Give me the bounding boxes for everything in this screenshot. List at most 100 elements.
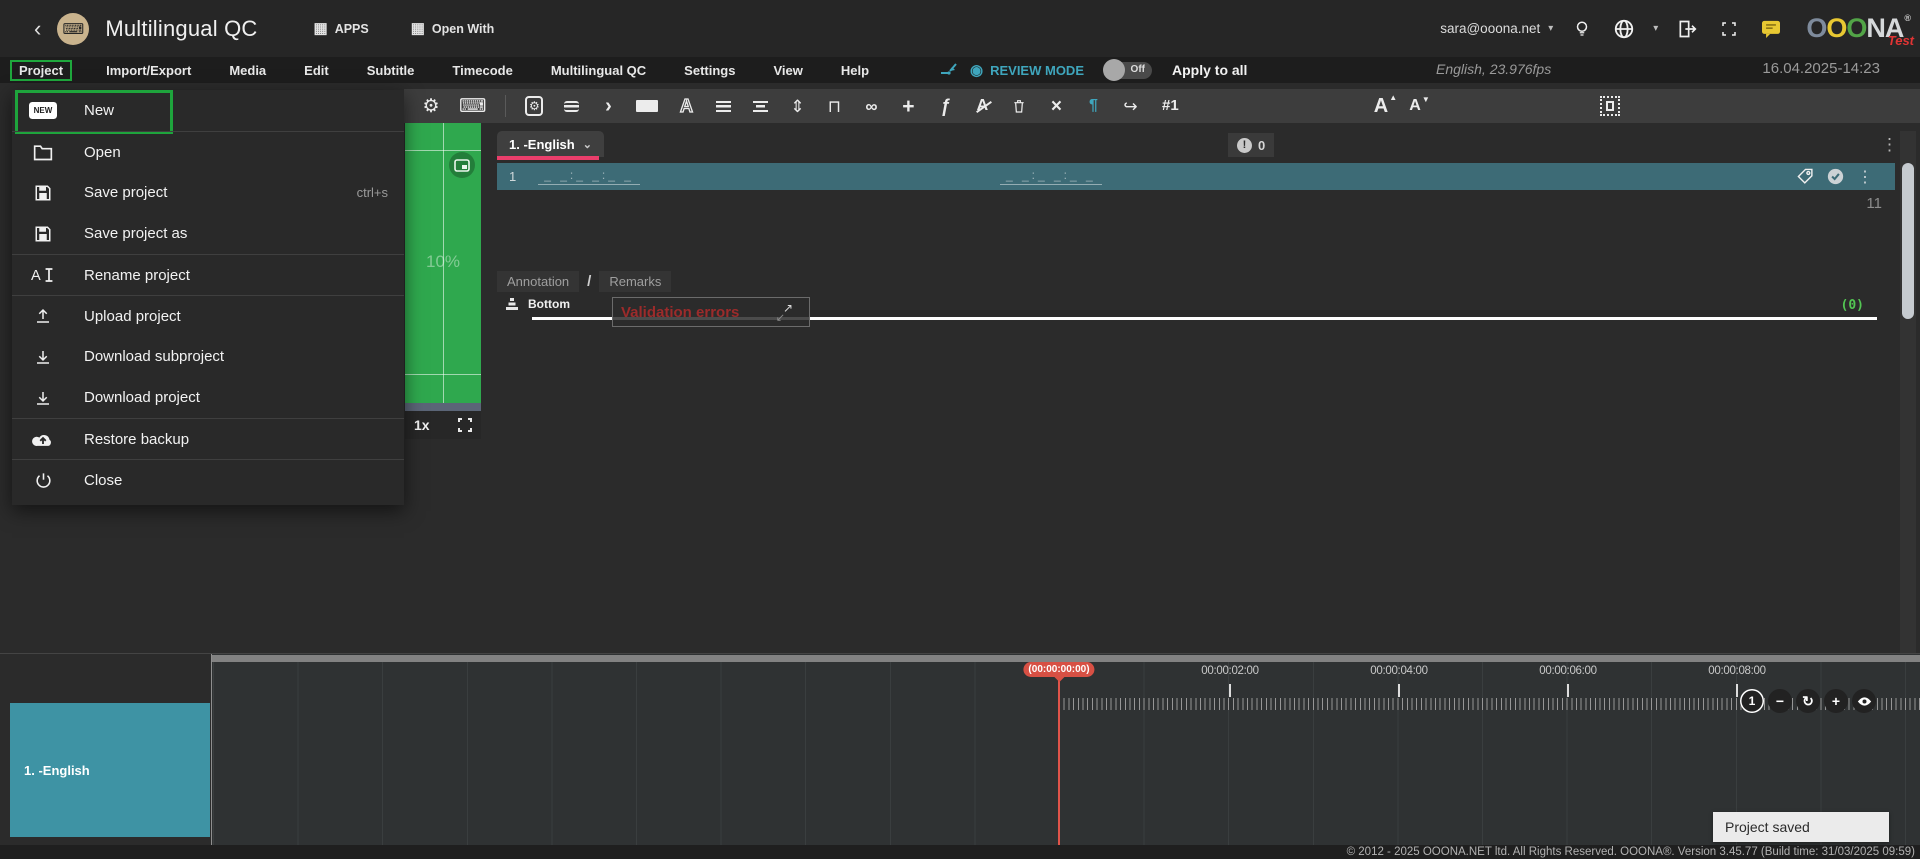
timeline-body[interactable]: 00:00:02:0000:00:04:0000:00:06:0000:00:0…	[211, 654, 1920, 846]
keyboard-icon[interactable]: ⌨	[459, 97, 486, 116]
back-icon[interactable]: ‹	[24, 16, 51, 42]
track-tab[interactable]: 1. -English ⌄	[497, 131, 604, 157]
menubar-item-edit[interactable]: Edit	[300, 61, 333, 80]
trash-icon[interactable]	[1010, 97, 1028, 115]
tab-annotation[interactable]: Annotation	[497, 271, 579, 292]
delete-x-icon[interactable]: ×	[1047, 97, 1065, 116]
editor-scrollbar-thumb[interactable]	[1902, 163, 1914, 319]
zoom-out-button[interactable]: −	[1768, 689, 1792, 713]
align-justify-icon[interactable]	[714, 101, 732, 112]
link-icon[interactable]: ∞	[862, 98, 880, 115]
toggle-visibility-icon[interactable]	[1852, 689, 1876, 713]
tag-icon[interactable]	[1797, 168, 1814, 185]
timecode-out-field[interactable]: _ _:_ _:_ _	[1000, 168, 1102, 185]
menubar-item-media[interactable]: Media	[225, 61, 270, 80]
align-bottom-icon[interactable]	[505, 297, 519, 311]
rename-icon: A	[28, 266, 58, 284]
menubar-item-help[interactable]: Help	[837, 61, 873, 80]
timecode-in-field[interactable]: _ _:_ _:_ _	[538, 168, 640, 185]
logo-test-badge: Test	[1888, 33, 1914, 48]
project-menu-item-save-project[interactable]: Save projectctrl+s	[12, 172, 404, 213]
font-decrease-icon[interactable]: A▼	[1406, 98, 1424, 114]
project-menu-item-save-project-as[interactable]: Save project as	[12, 213, 404, 254]
project-menu-item-restore-backup[interactable]: Restore backup	[12, 418, 404, 459]
clear-format-icon[interactable]: A	[973, 98, 991, 114]
playback-speed-button[interactable]: 1x	[414, 417, 430, 433]
shortcut-label: ctrl+s	[357, 185, 388, 200]
review-mode-button[interactable]: ◉ REVIEW MODE	[970, 61, 1084, 79]
safe-area-icon[interactable]	[1600, 96, 1620, 116]
menubar-item-multilingual-qc[interactable]: Multilingual QC	[547, 61, 650, 80]
kebab-icon[interactable]: ⋮	[1857, 167, 1873, 187]
cell-settings-icon[interactable]: ⚙	[525, 96, 543, 116]
project-menu-item-close[interactable]: Close	[12, 459, 404, 500]
wrap-text-icon[interactable]: ↪	[1121, 98, 1139, 115]
ok-counter: (0)	[1841, 298, 1864, 313]
project-menu-item-upload-project[interactable]: Upload project	[12, 295, 404, 336]
expand-vertical-icon[interactable]: ⇕	[788, 98, 806, 115]
apply-to-all-label[interactable]: Apply to all	[1172, 62, 1247, 78]
pilcrow-icon[interactable]: ¶	[1084, 98, 1102, 114]
chat-icon[interactable]	[1758, 20, 1784, 38]
footer: © 2012 - 2025 OOONA.NET ltd. All Rights …	[0, 845, 1920, 859]
video-progress-bar[interactable]	[405, 403, 481, 411]
timeline-track-label[interactable]: 1. -English	[10, 703, 210, 837]
menubar-item-settings[interactable]: Settings	[680, 61, 739, 80]
subtitle-row[interactable]: 1 _ _:_ _:_ _ _ _:_ _:_ _ ⋮	[497, 163, 1895, 190]
font-a-icon[interactable]: A	[677, 97, 695, 115]
video-preview[interactable]: 10%	[405, 122, 481, 403]
ruler-tick	[1567, 684, 1569, 697]
menu-item-label: Save project as	[84, 225, 404, 242]
menubar-item-timecode[interactable]: Timecode	[448, 61, 516, 80]
font-increase-icon[interactable]: A▲	[1372, 96, 1390, 116]
project-menu-item-open[interactable]: Open	[12, 131, 404, 172]
menubar-item-view[interactable]: View	[769, 61, 806, 80]
folder-icon	[28, 142, 58, 162]
menu-item-label: New	[84, 102, 404, 119]
fullscreen-icon[interactable]	[1716, 20, 1742, 38]
zoom-level-button[interactable]: 1	[1740, 689, 1764, 713]
user-menu[interactable]: sara@ooona.net ▾	[1440, 21, 1553, 36]
player-fullscreen-icon[interactable]	[458, 418, 472, 432]
menubar-item-project[interactable]: Project	[10, 60, 72, 81]
project-menu-item-rename-project[interactable]: ARename project	[12, 254, 404, 295]
add-icon[interactable]: +	[899, 96, 917, 117]
settings-icon[interactable]: ⚙	[422, 97, 440, 116]
top-bar: ‹ ⌨ Multilingual QC ▦ APPS ▦ Open With s…	[0, 0, 1920, 57]
editor-scrollbar[interactable]	[1900, 131, 1916, 653]
box-icon[interactable]	[636, 100, 658, 112]
picture-in-picture-icon[interactable]	[449, 152, 475, 178]
check-circle-icon[interactable]	[1827, 168, 1844, 185]
open-with-button[interactable]: ▦ Open With	[411, 21, 495, 36]
align-center-icon[interactable]	[751, 101, 769, 112]
lightbulb-icon[interactable]	[1569, 18, 1595, 40]
chevron-down-icon: ▾	[1548, 23, 1553, 34]
reset-zoom-button[interactable]: ↻	[1796, 689, 1820, 713]
timeline: 00:00:02:0000:00:04:0000:00:06:0000:00:0…	[0, 653, 1920, 845]
validation-errors-panel[interactable]: Validation errors ↗ ↙	[612, 297, 810, 327]
project-menu-item-download-subproject[interactable]: Download subproject	[12, 336, 404, 377]
logout-icon[interactable]	[1674, 19, 1700, 39]
globe-icon[interactable]	[1611, 18, 1637, 40]
menubar-item-import-export[interactable]: Import/Export	[102, 61, 195, 80]
timing-bench-icon[interactable]: ⊓	[825, 98, 843, 115]
error-count-badge[interactable]: ! 0	[1228, 133, 1274, 157]
strip-lines-icon[interactable]	[562, 101, 580, 112]
italic-f-icon[interactable]: ƒ	[936, 97, 954, 115]
apply-to-all-toggle[interactable]: Off	[1106, 62, 1152, 79]
cloud-upload-icon	[28, 431, 58, 447]
ruler-label: 00:00:08:00	[1708, 665, 1765, 677]
playhead-badge[interactable]: (00:00:00:00)	[1023, 662, 1094, 677]
chevron-right-icon[interactable]: ›	[599, 96, 617, 116]
menubar-item-subtitle[interactable]: Subtitle	[363, 61, 419, 80]
player-controls: 1x	[405, 411, 481, 439]
timeline-scrollbar[interactable]	[211, 655, 1920, 662]
project-menu-item-download-project[interactable]: Download project	[12, 377, 404, 418]
tab-remarks[interactable]: Remarks	[599, 271, 671, 292]
merge-cues-icon[interactable]	[940, 62, 958, 78]
editor-options-kebab-icon[interactable]: ⋮	[1881, 135, 1898, 155]
zoom-in-button[interactable]: +	[1824, 689, 1848, 713]
apps-button[interactable]: ▦ APPS	[314, 21, 369, 36]
timeline-gridlines	[211, 661, 1920, 846]
project-menu-item-new[interactable]: NEWNew	[12, 90, 404, 131]
